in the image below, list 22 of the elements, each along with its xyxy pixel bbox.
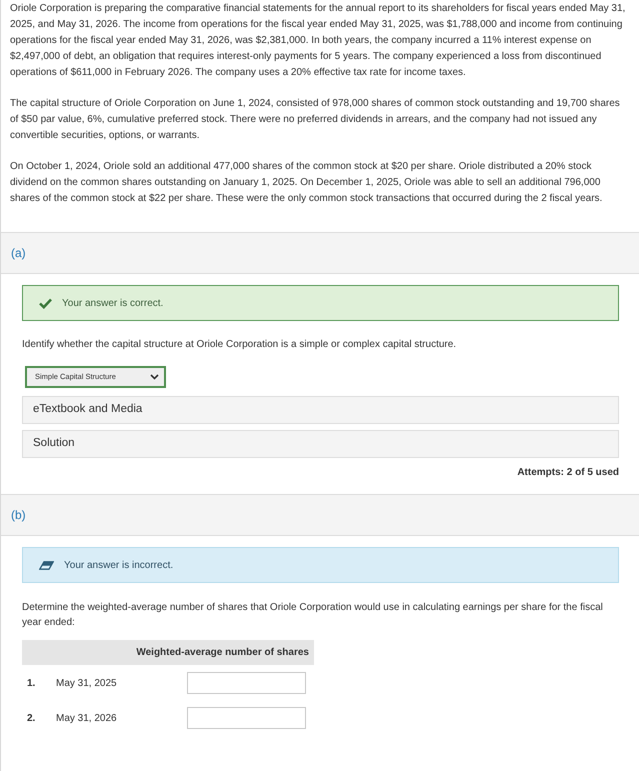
question-text: Determine the weighted-average number of shares that Oriole Corporation would use in calculating earnings per share for the fiscal year ended: <box>22 601 604 630</box>
answer-input[interactable] <box>187 672 306 694</box>
row-label: May 31, 2026 <box>56 712 118 726</box>
question-text: Identify whether the capital structure at Oriole Corporation is a simple or complex capital structure. <box>22 338 458 352</box>
problem-paragraph: The capital structure of Oriole Corporation on June 1, 2024, consisted of 978,000 shares of common stock outstanding and 19,700 shares of $50 par value, 6%, cumulative preferred stock. There were no preferred dividends in arrears, and the company had not issued any convertible securities, options, or warrants. <box>10 97 621 143</box>
chevron-down-icon <box>150 374 159 380</box>
resource-link[interactable]: eTextbook and Media <box>22 396 619 424</box>
row-number: 1. <box>26 676 36 690</box>
part-label: (b) <box>11 507 26 524</box>
row-label: May 31, 2025 <box>56 676 118 690</box>
part-label: (a) <box>11 245 26 262</box>
feedback-message: Your answer is correct. <box>62 296 164 310</box>
attempts-counter: Attempts: 2 of 5 used <box>517 466 619 480</box>
problem-paragraph: Oriole Corporation is preparing the comparative financial statements for the annual report to its shareholders for fiscal years ended May 31, 2025, and May 31, 2026. The income from operations for the fiscal year ended May 31, 2025, was $1,788,000 and income from continuing operations for the fiscal year ended May 31, 2026, was $2,381,000. In both years, the company incurred a 11% interest expense on $2,497,000 of debt, an obligation that requires interest-only payments for 5 years. The company experienced a loss from discontinued operations of $611,000 in February 2026. The company uses a 20% effective tax rate for income taxes. <box>10 2 626 80</box>
column-heading: Weighted-average number of shares <box>136 646 309 660</box>
checkmark-icon <box>39 298 52 308</box>
row-number: 2. <box>26 712 36 726</box>
problem-paragraph: On October 1, 2024, Oriole sold an additional 477,000 shares of the common stock at $20 per share. Oriole distributed a 20% stock dividend on the common shares outstanding on January 1, 2025. On December 1, 2025, Oriole was able to sell an additional 796,000 shares of the common stock at $22 per share. These were the only common stock transactions that occurred during the 2 fiscal years. <box>10 160 604 206</box>
eraser-icon <box>39 560 54 570</box>
answer-input[interactable] <box>187 707 306 729</box>
feedback-message: Your answer is incorrect. <box>64 558 174 572</box>
resource-link[interactable]: Solution <box>22 430 619 458</box>
